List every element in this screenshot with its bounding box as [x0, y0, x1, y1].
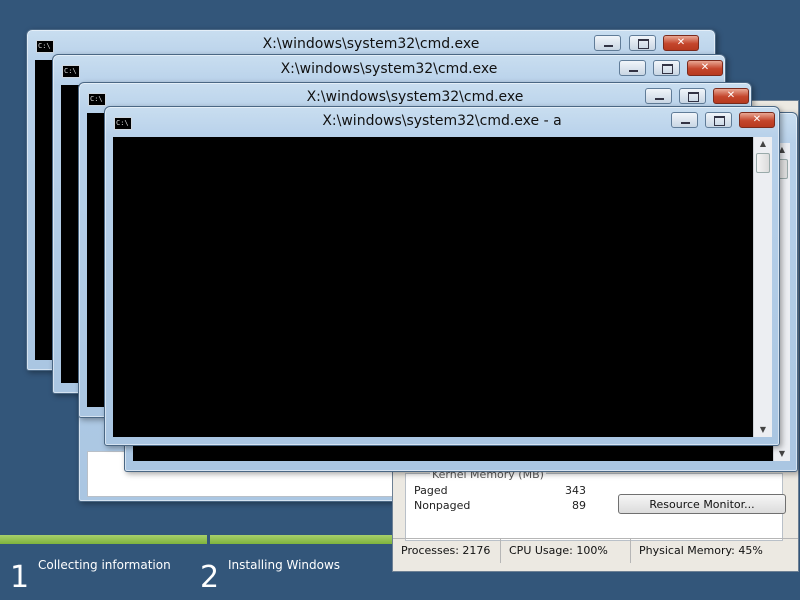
maximize-button[interactable]: [629, 35, 656, 51]
paged-row: Paged 343: [414, 484, 586, 498]
processes-status: Processes: 2176: [393, 539, 501, 563]
vertical-scrollbar[interactable]: ▲ ▼: [753, 137, 772, 437]
scroll-thumb[interactable]: [756, 153, 770, 173]
maximize-button[interactable]: [679, 88, 706, 104]
step-label: Collecting information: [38, 558, 171, 572]
kernel-memory-group: Kernel Memory (MB) Paged 343 Nonpaged 89: [414, 468, 594, 534]
progress-segment-collecting: [0, 535, 207, 544]
paged-label: Paged: [414, 484, 448, 497]
minimize-button[interactable]: [619, 60, 646, 76]
paged-value: 343: [565, 484, 586, 497]
close-icon: ✕: [700, 62, 710, 73]
scroll-down-icon[interactable]: ▼: [774, 447, 790, 461]
cpu-usage-status: CPU Usage: 100%: [501, 539, 631, 563]
console-area[interactable]: [113, 137, 753, 437]
step-number: 1: [10, 560, 30, 595]
physical-memory-status: Physical Memory: 45%: [639, 544, 763, 557]
close-icon: ✕: [752, 114, 762, 125]
close-button[interactable]: ✕: [739, 112, 775, 128]
cmd-window-active[interactable]: C:\ X:\windows\system32\cmd.exe - a ✕ ▲ …: [104, 106, 780, 446]
step-label: Installing Windows: [228, 558, 341, 572]
close-button[interactable]: ✕: [713, 88, 749, 104]
minimize-button[interactable]: [594, 35, 621, 51]
scroll-down-icon[interactable]: ▼: [754, 423, 772, 437]
scroll-up-icon[interactable]: ▲: [754, 137, 772, 151]
nonpaged-value: 89: [572, 499, 586, 512]
setup-progress-bar: [0, 535, 392, 544]
close-button[interactable]: ✕: [663, 35, 699, 51]
minimize-button[interactable]: [645, 88, 672, 104]
maximize-button[interactable]: [653, 60, 680, 76]
desktop: { "windows": { "cmd1": { "title": "X:\\w…: [0, 0, 800, 600]
close-icon: ✕: [726, 90, 736, 101]
maximize-button[interactable]: [705, 112, 732, 128]
step-number: 2: [200, 560, 220, 595]
kernel-memory-panel: Kernel Memory (MB) Paged 343 Nonpaged 89…: [405, 468, 786, 541]
minimize-button[interactable]: [671, 112, 698, 128]
close-button[interactable]: ✕: [687, 60, 723, 76]
nonpaged-row: Nonpaged 89: [414, 499, 586, 513]
setup-step-1: 1 Collecting information: [10, 558, 190, 598]
resource-monitor-button[interactable]: Resource Monitor...: [618, 494, 786, 514]
close-icon: ✕: [676, 37, 686, 48]
nonpaged-label: Nonpaged: [414, 499, 471, 512]
progress-segment-installing: [210, 535, 392, 544]
status-bar: Processes: 2176 CPU Usage: 100% Physical…: [393, 538, 798, 563]
setup-step-2: 2 Installing Windows: [200, 558, 380, 598]
